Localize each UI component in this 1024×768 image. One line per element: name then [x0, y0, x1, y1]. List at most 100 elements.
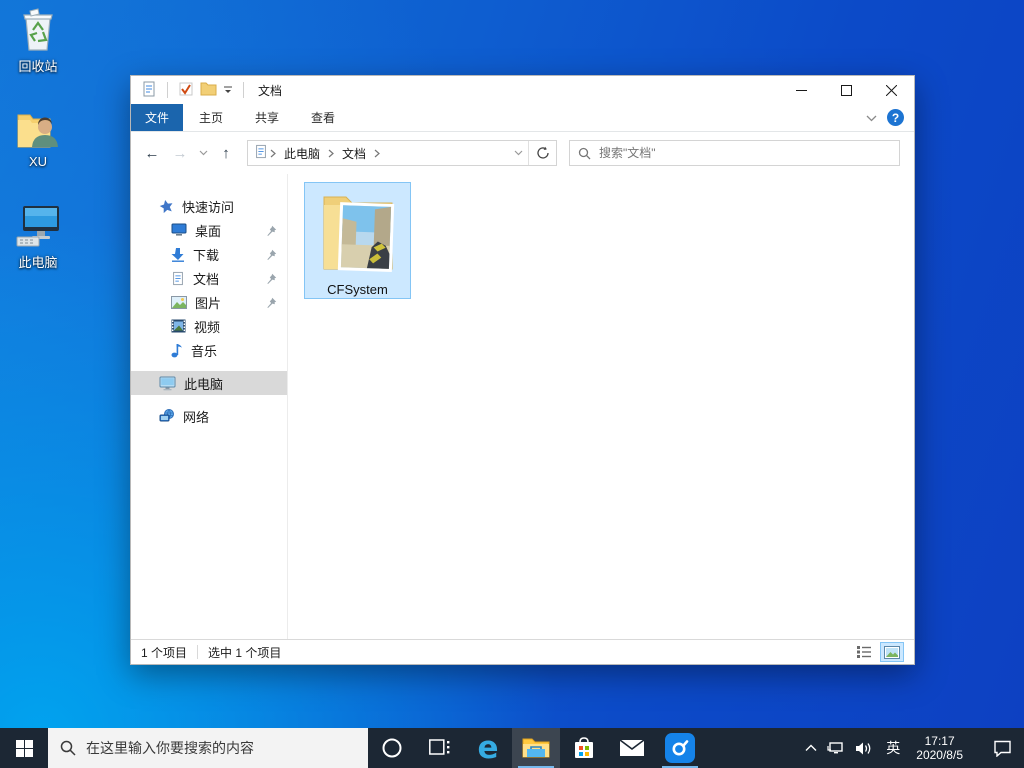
desktop-icon-label: 回收站 [18, 59, 58, 74]
edge-icon: e [477, 729, 499, 766]
tab-home[interactable]: 主页 [183, 104, 239, 131]
recent-locations-dropdown[interactable] [195, 140, 211, 166]
sidebar-item-pictures[interactable]: 图片 [131, 290, 287, 314]
search-icon [578, 147, 591, 159]
explorer-search-box[interactable] [569, 140, 900, 166]
tray-time: 17:17 [924, 734, 955, 748]
tab-file[interactable]: 文件 [131, 104, 184, 131]
pc-manager-button[interactable] [656, 728, 704, 768]
sidebar-item-music[interactable]: 音乐 [131, 338, 287, 362]
file-list-area[interactable]: CFSystem [288, 174, 914, 639]
task-view-button[interactable] [416, 728, 464, 768]
location-document-icon [254, 144, 268, 162]
file-name: CFSystem [327, 282, 388, 297]
qat-customize-dropdown[interactable] [223, 83, 233, 97]
sidebar-label: 音乐 [191, 343, 218, 359]
explorer-search-input[interactable] [599, 146, 891, 160]
large-icons-view-button[interactable] [880, 642, 904, 662]
star-icon [159, 199, 173, 213]
tab-share[interactable]: 共享 [239, 104, 295, 131]
pictures-icon [171, 295, 187, 309]
recycle-bin-icon [2, 8, 74, 52]
sidebar-item-documents[interactable]: 文档 [131, 266, 287, 290]
volume-tray-icon[interactable] [850, 728, 878, 768]
store-icon [575, 737, 593, 758]
start-button[interactable] [0, 728, 48, 768]
edge-button[interactable]: e [464, 728, 512, 768]
sidebar-item-videos[interactable]: 视频 [131, 314, 287, 338]
search-icon [60, 740, 76, 756]
explorer-window: 文档 文件 主页 共享 查看 ? ← → ↑ 此电脑 文档 搜索"文档" 快速访… [130, 75, 915, 665]
separator [197, 645, 199, 659]
pin-icon [266, 296, 277, 311]
network-tray-icon[interactable] [822, 728, 850, 768]
tray-expand-button[interactable] [800, 728, 822, 768]
crumb-chevron-icon [270, 149, 276, 157]
cortana-button[interactable] [368, 728, 416, 768]
file-explorer-icon [522, 738, 550, 758]
user-folder-icon [2, 106, 74, 150]
tab-view[interactable]: 查看 [295, 104, 351, 131]
ribbon-tabs: 文件 主页 共享 查看 ? [131, 104, 914, 132]
title-bar[interactable]: 文档 [131, 76, 914, 104]
desktop-icon-recycle-bin[interactable]: 回收站 [2, 8, 74, 75]
desktop-icon-xu[interactable]: XU [2, 106, 74, 169]
this-pc-icon [159, 376, 176, 390]
navigation-buttons: ← → ↑ [139, 140, 239, 166]
maximize-button[interactable] [824, 76, 869, 104]
crumb-chevron-icon [328, 149, 334, 157]
sidebar-label: 桌面 [195, 223, 222, 239]
mail-button[interactable] [608, 728, 656, 768]
address-bar[interactable]: 此电脑 文档 [247, 140, 557, 166]
clock[interactable]: 17:17 2020/8/5 [908, 728, 971, 768]
document-icon [173, 271, 183, 285]
computer-icon [2, 204, 74, 248]
store-button[interactable] [560, 728, 608, 768]
expand-ribbon-button[interactable] [866, 111, 877, 125]
desktop-icon-label: 此电脑 [18, 255, 58, 270]
sidebar-label: 视频 [194, 319, 221, 335]
address-dropdown-button[interactable] [508, 141, 528, 165]
pin-icon [266, 224, 277, 239]
sidebar-item-quick-access[interactable]: 快速访问 [131, 194, 287, 218]
minimize-button[interactable] [779, 76, 824, 104]
download-icon [171, 247, 184, 262]
window-document-icon [141, 81, 157, 100]
taskbar-search-input[interactable] [86, 740, 356, 756]
refresh-button[interactable] [528, 141, 556, 165]
back-button[interactable]: ← [139, 140, 165, 166]
details-view-button[interactable] [852, 642, 876, 662]
file-explorer-button[interactable] [512, 728, 560, 768]
action-center-button[interactable] [981, 728, 1024, 768]
network-icon [159, 409, 174, 422]
sidebar-label: 图片 [195, 295, 222, 311]
system-tray: 英 17:17 2020/8/5 [800, 728, 1024, 768]
properties-button[interactable] [178, 81, 194, 100]
breadcrumb-this-pc[interactable]: 此电脑 [278, 141, 326, 165]
sidebar-item-this-pc[interactable]: 此电脑 [131, 371, 287, 395]
file-item-cfsystem[interactable]: CFSystem [304, 182, 411, 299]
forward-button[interactable]: → [167, 140, 193, 166]
sidebar-label: 下载 [193, 247, 220, 263]
desktop-icon-label: XU [28, 154, 48, 169]
separator [243, 82, 244, 98]
help-button[interactable]: ? [887, 109, 904, 126]
sidebar-item-desktop[interactable]: 桌面 [131, 218, 287, 242]
new-folder-button[interactable] [200, 81, 217, 99]
input-language-indicator[interactable]: 英 [878, 728, 908, 768]
sidebar-item-network[interactable]: 网络 [131, 404, 287, 428]
up-button[interactable]: ↑ [213, 140, 239, 166]
crumb-chevron-icon [374, 149, 380, 157]
desktop-icon-this-pc[interactable]: 此电脑 [2, 204, 74, 271]
taskbar-search-box[interactable] [48, 728, 368, 768]
quick-access-toolbar: 文档 [131, 81, 282, 100]
sidebar-label: 文档 [193, 271, 220, 287]
sidebar-item-downloads[interactable]: 下载 [131, 242, 287, 266]
window-title: 文档 [258, 83, 283, 98]
pin-icon [266, 248, 277, 263]
tray-date: 2020/8/5 [916, 748, 963, 762]
close-button[interactable] [869, 76, 914, 104]
status-bar: 1 个项目 选中 1 个项目 [131, 639, 914, 664]
breadcrumb-documents[interactable]: 文档 [336, 141, 372, 165]
desktop-icon [171, 223, 187, 236]
